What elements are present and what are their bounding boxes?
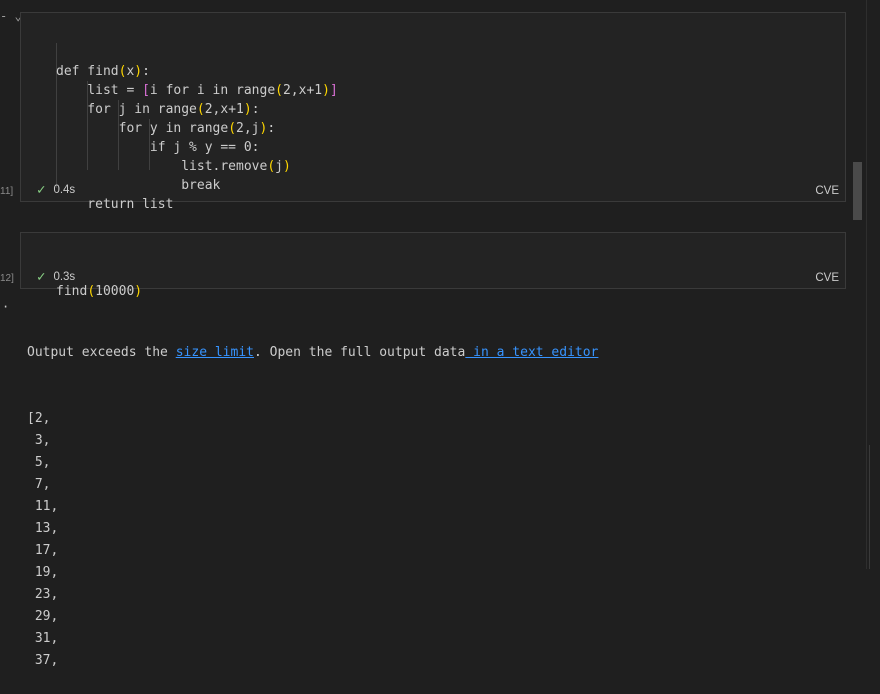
output-scrollbar-track[interactable]: [869, 445, 870, 569]
output-line: 7,: [27, 477, 51, 492]
code-line: break: [56, 178, 221, 193]
check-icon: ✓: [37, 182, 46, 198]
output-line: 5,: [27, 455, 51, 470]
output-line: 19,: [27, 565, 59, 580]
output-lines: [2, 3, 5, 7, 11, 13, 17, 19, 23, 29, 31,…: [27, 408, 598, 672]
code-line: for j in range(2,x+1):: [56, 102, 260, 117]
execution-time: 0.4s: [53, 184, 76, 196]
output-line: 11,: [27, 499, 59, 514]
output-line: 37,: [27, 653, 59, 668]
output-truncation-message: Output exceeds the size limit. Open the …: [27, 345, 599, 360]
output-line: 17,: [27, 543, 59, 558]
size-limit-link[interactable]: size limit: [176, 345, 254, 360]
code-line: if j % y == 0:: [56, 140, 260, 155]
code-line: list.remove(j): [56, 159, 291, 174]
output-line: 23,: [27, 587, 59, 602]
check-icon: ✓: [37, 269, 46, 285]
output-line: [2,: [27, 411, 51, 426]
code-line: def find(x):: [56, 64, 150, 79]
code-lines: def find(x): list = [i for i in range(2,…: [56, 62, 338, 214]
cell1-execution-status: ✓ 0.4s: [37, 183, 75, 197]
scrollbar-thumb[interactable]: [853, 162, 862, 220]
cell1-execution-count: 11]: [0, 186, 14, 197]
cell-collapse-chevron-icon[interactable]: - ⌄: [0, 10, 22, 22]
output-bullet: ·: [2, 300, 10, 314]
output-line: 13,: [27, 521, 59, 536]
scrollbar-track[interactable]: [866, 0, 867, 569]
cell2-execution-count: 12]: [0, 273, 14, 284]
output-line: 29,: [27, 609, 59, 624]
code-line: return list: [56, 197, 174, 212]
cell1-code-editor[interactable]: def find(x): list = [i for i in range(2,…: [56, 24, 338, 252]
output-line: 3,: [27, 433, 51, 448]
cell-language-label[interactable]: CVE: [815, 185, 839, 197]
code-line: list = [i for i in range(2,x+1)]: [56, 83, 338, 98]
code-cell-2[interactable]: find(10000) ✓ 0.3s CVE: [20, 232, 846, 299]
cell-language-label[interactable]: CVE: [815, 272, 839, 284]
open-in-text-editor-link[interactable]: in a text editor: [465, 345, 598, 360]
cell2-execution-status: ✓ 0.3s: [37, 270, 75, 284]
cell-output: Output exceeds the size limit. Open the …: [27, 298, 598, 694]
code-line: for y in range(2,j):: [56, 121, 276, 136]
execution-time: 0.3s: [53, 271, 76, 283]
code-cell-1[interactable]: def find(x): list = [i for i in range(2,…: [20, 12, 846, 212]
output-line: 31,: [27, 631, 59, 646]
